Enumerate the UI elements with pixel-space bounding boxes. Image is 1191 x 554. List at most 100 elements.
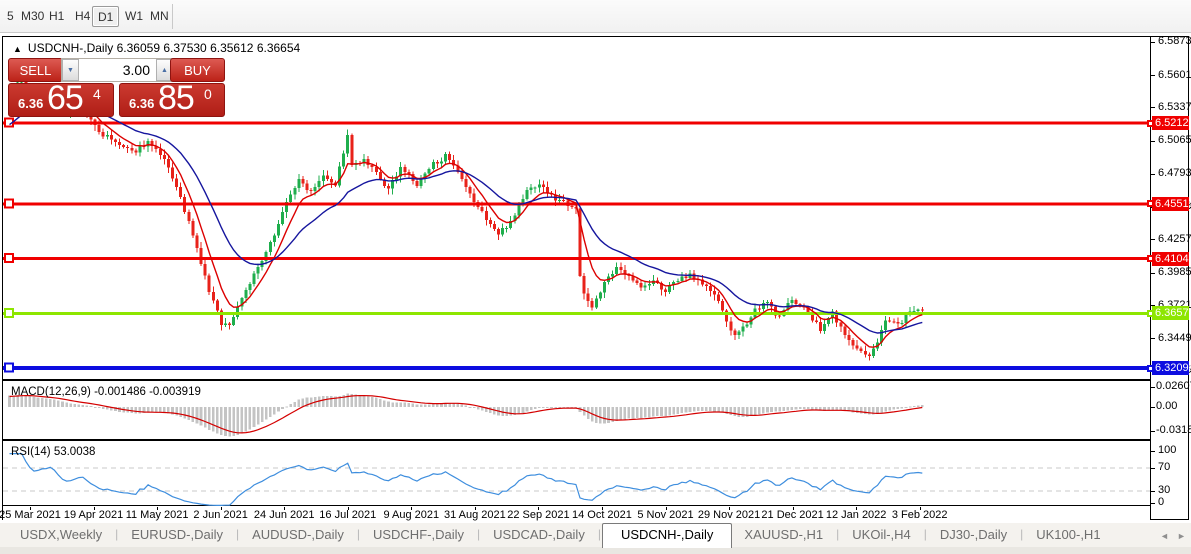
horizontal-level-lines[interactable] [3, 119, 1150, 372]
tab-divider: | [836, 524, 839, 541]
tab-ukoil-h4[interactable]: UKOil-,H4 [840, 524, 923, 546]
macd-indicator-pane[interactable]: MACD(12,26,9) -0.001486 -0.003919 [3, 383, 1150, 441]
timeframe-button-w1[interactable]: W1 [120, 6, 148, 27]
date-label: 2 Jun 2021 [193, 509, 247, 521]
date-label: 14 Oct 2021 [572, 509, 632, 521]
slow-ma-line [10, 105, 923, 333]
buy-price-prefix: 6.36 [129, 96, 154, 111]
date-label: 31 Aug 2021 [444, 509, 506, 521]
price-axis[interactable]: 6.587306.560106.533706.506506.479306.452… [1150, 37, 1188, 519]
buy-price-big: 85 [158, 83, 194, 117]
timeframe-button-h1[interactable]: H1 [44, 6, 69, 27]
tab-usdx-weekly[interactable]: USDX,Weekly [8, 524, 114, 546]
sell-price-prefix: 6.36 [18, 96, 43, 111]
macd-tick-mark [1151, 407, 1155, 408]
hline-price-label[interactable]: 6.36570 [1152, 306, 1189, 320]
sell-price-button[interactable]: 6.36 65 4 [8, 83, 114, 117]
rsi-tick-label: 30 [1158, 484, 1170, 496]
sell-price-sup: 4 [93, 86, 101, 102]
date-label: 5 Nov 2021 [637, 509, 693, 521]
date-label: 25 Mar 2021 [0, 509, 61, 521]
date-label: 24 Jun 2021 [254, 509, 315, 521]
tab-xauusd-h1[interactable]: XAUUSD-,H1 [732, 524, 835, 546]
tab-divider: | [477, 524, 480, 541]
macd-label: MACD(12,26,9) -0.001486 -0.003919 [11, 386, 201, 398]
price-tick-mark [1151, 75, 1155, 76]
price-tick-label: 6.58730 [1158, 35, 1191, 47]
buy-price-button[interactable]: 6.36 85 0 [119, 83, 225, 117]
hline-axis-marker[interactable] [1147, 365, 1154, 372]
ohlc-open: 6.36059 [117, 41, 160, 55]
price-tick-label: 6.42570 [1158, 233, 1191, 245]
hline-price-label[interactable]: 6.52126 [1152, 116, 1189, 130]
date-label: 3 Feb 2022 [892, 509, 948, 521]
toolbar-separator [172, 4, 173, 29]
main-chart-pane[interactable]: ▲USDCNH-,Daily 6.36059 6.37530 6.35612 6… [3, 37, 1150, 381]
date-label: 16 Jul 2021 [319, 509, 376, 521]
ohlc-close: 6.36654 [257, 41, 300, 55]
chart-window: ▲USDCNH-,Daily 6.36059 6.37530 6.35612 6… [2, 36, 1189, 520]
rsi-tick-label: 0 [1158, 496, 1164, 508]
fast-ma-line [10, 91, 923, 347]
tabs-wrap: USDX,Weekly | EURUSD-,Daily | AUDUSD-,Daily |… [8, 524, 1113, 548]
price-tick-label: 6.53370 [1158, 101, 1191, 113]
rsi-tick-mark [1151, 451, 1155, 452]
buy-price-sup: 0 [204, 86, 212, 102]
price-tick-mark [1151, 273, 1155, 274]
hline-axis-marker[interactable] [1147, 310, 1154, 317]
volume-decrease-button[interactable]: ▼ [62, 59, 79, 81]
price-tick-label: 6.50650 [1158, 134, 1191, 146]
hline-axis-marker[interactable] [1147, 200, 1154, 207]
price-tick-mark [1151, 174, 1155, 175]
rsi-tick-mark [1151, 503, 1155, 504]
timeframe-toolbar: 5M30H1H4D1W1MN [0, 0, 1191, 33]
tab-usdcnh-daily[interactable]: USDCNH-,Daily [602, 523, 732, 548]
sell-button[interactable]: SELL [8, 58, 63, 82]
date-label: 12 Jan 2022 [826, 509, 887, 521]
tab-usdcad-daily[interactable]: USDCAD-,Daily [481, 524, 597, 546]
price-tick-mark [1151, 239, 1155, 240]
date-axis: 25 Mar 202119 Apr 202111 May 20212 Jun 2… [3, 507, 1150, 521]
tab-uk100-h1[interactable]: UK100-,H1 [1024, 524, 1112, 546]
price-tick-mark [1151, 42, 1155, 43]
plot-stack: ▲USDCNH-,Daily 6.36059 6.37530 6.35612 6… [3, 37, 1150, 519]
rsi-tick-mark [1151, 491, 1155, 492]
tab-audusd-daily[interactable]: AUDUSD-,Daily [240, 524, 356, 546]
rsi-indicator-pane[interactable]: RSI(14) 53.0038 [3, 443, 1150, 506]
sell-price-big: 65 [47, 83, 83, 117]
hline-axis-marker[interactable] [1147, 120, 1154, 127]
tab-scroll-right-icon[interactable]: ► [1177, 531, 1186, 541]
rsi-tick-mark [1151, 468, 1155, 469]
candles [8, 75, 924, 360]
macd-histogram [8, 394, 923, 437]
date-label: 22 Sep 2021 [507, 509, 569, 521]
chart-symbol-label: USDCNH-,Daily [28, 41, 113, 55]
price-tick-label: 6.39850 [1158, 266, 1191, 278]
timeframe-button-d1[interactable]: D1 [92, 6, 119, 27]
hline-price-label[interactable]: 6.41043 [1152, 252, 1189, 266]
collapse-icon[interactable]: ▲ [13, 44, 22, 54]
price-tick-label: 6.56010 [1158, 69, 1191, 81]
timeframe-button-mn[interactable]: MN [145, 6, 174, 27]
macd-tick-label: 0.00 [1156, 400, 1177, 412]
volume-input[interactable] [79, 59, 156, 81]
tab-divider: | [1020, 524, 1023, 541]
chart-title: ▲USDCNH-,Daily 6.36059 6.37530 6.35612 6… [13, 41, 300, 55]
tab-eurusd-daily[interactable]: EURUSD-,Daily [119, 524, 235, 546]
tab-divider: | [924, 524, 927, 541]
rsi-canvas [3, 443, 1150, 506]
volume-spinner: ▼ ▲ [61, 58, 174, 82]
macd-tick-label: -0.031872 [1156, 424, 1191, 436]
tab-dj30-daily[interactable]: DJ30-,Daily [928, 524, 1019, 546]
hline-price-label[interactable]: 6.32098 [1152, 361, 1189, 375]
hline-axis-marker[interactable] [1147, 255, 1154, 262]
ohlc-high: 6.37530 [163, 41, 206, 55]
date-label: 9 Aug 2021 [383, 509, 439, 521]
hline-price-label[interactable]: 6.45515 [1152, 197, 1189, 211]
tab-scroll-left-icon[interactable]: ◄ [1160, 531, 1169, 541]
date-label: 29 Nov 2021 [698, 509, 760, 521]
date-label: 21 Dec 2021 [761, 509, 823, 521]
tab-usdchf-daily[interactable]: USDCHF-,Daily [361, 524, 476, 546]
buy-button[interactable]: BUY [170, 58, 225, 82]
rsi-tick-label: 70 [1158, 461, 1170, 473]
